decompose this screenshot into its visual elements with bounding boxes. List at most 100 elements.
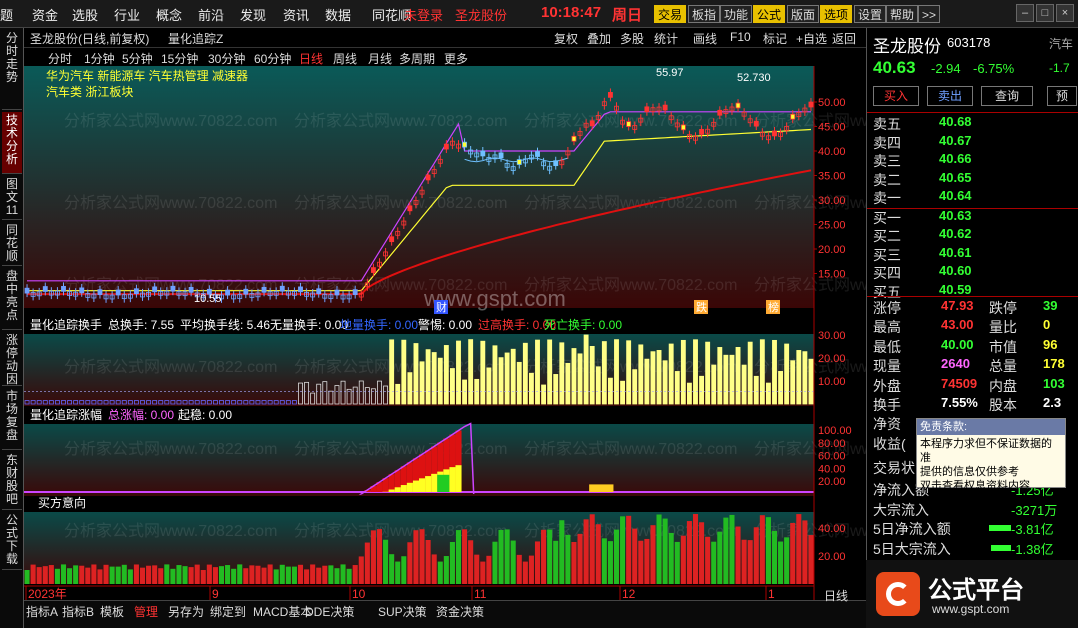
toolbar-button[interactable]: 画线	[693, 30, 717, 47]
bottom-tab[interactable]: 绑定到	[210, 603, 246, 620]
intent-bar	[352, 565, 358, 584]
toolbar-button[interactable]: 标记	[763, 30, 787, 47]
toolbar-tab[interactable]: 板指	[688, 5, 721, 23]
last-price: 40.63	[873, 58, 916, 77]
toolbar-button[interactable]: 返回	[832, 30, 856, 47]
bottom-tab[interactable]: 指标A	[26, 603, 58, 620]
turnover-bar	[620, 380, 626, 405]
turnover-bar	[632, 369, 638, 405]
intent-bar	[607, 541, 613, 584]
turnover-bar	[541, 384, 547, 405]
menu-item[interactable]: 发现	[240, 5, 266, 24]
ask-price[interactable]: 40.66	[939, 151, 972, 166]
period-tab[interactable]: 1分钟	[84, 50, 115, 67]
left-tab[interactable]: 公式下载	[2, 512, 22, 570]
chart-area[interactable]: 王KAMA: 36.28AMA20: 41.52UP: 41.52NH20: 5…	[24, 66, 866, 601]
left-tab[interactable]: 涨停动因	[2, 332, 22, 386]
intent-bar	[705, 536, 711, 584]
bottom-tab[interactable]: MACD基本	[253, 603, 312, 620]
turnover-bar	[668, 343, 674, 405]
left-tab[interactable]: 技术分析	[2, 112, 22, 174]
trade-button[interactable]: 查询	[981, 86, 1033, 106]
toolbar-tab[interactable]: 版面	[787, 5, 820, 23]
left-tab[interactable]: 图文11	[2, 176, 22, 220]
period-tab[interactable]: 日线	[299, 50, 323, 67]
left-tab[interactable]: 分时走势	[2, 30, 22, 110]
menu-item[interactable]: 行业	[114, 5, 140, 24]
login-status[interactable]: 未登录	[404, 5, 443, 24]
left-tab[interactable]: 东财股吧	[2, 452, 22, 510]
toolbar-tab[interactable]: 设置	[854, 5, 887, 23]
period-tab[interactable]: 周线	[333, 50, 357, 67]
bottom-tab[interactable]: 另存为	[168, 603, 204, 620]
menu-item[interactable]: 前沿	[198, 5, 224, 24]
bottom-tab[interactable]: DDE决策	[305, 603, 354, 620]
bid-price[interactable]: 40.62	[939, 226, 972, 241]
bottom-tab[interactable]: 管理	[134, 603, 158, 620]
toolbar-button[interactable]: +自选	[796, 30, 827, 47]
intent-bar	[790, 522, 796, 584]
toolbar-tab[interactable]: 选项	[820, 5, 853, 23]
bid-price[interactable]: 40.59	[939, 282, 972, 297]
ask-price[interactable]: 40.68	[939, 114, 972, 129]
intent-bar	[632, 528, 638, 584]
intent-bar	[802, 520, 808, 584]
bottom-tab[interactable]: 资金决策	[436, 603, 484, 620]
period-tab[interactable]: 60分钟	[254, 50, 291, 67]
toolbar-tab[interactable]: 交易	[654, 5, 687, 23]
bid-price[interactable]: 40.61	[939, 245, 972, 260]
period-tab[interactable]: 月线	[368, 50, 392, 67]
bottom-tab[interactable]: SUP决策	[378, 603, 427, 620]
turnover-bar	[577, 353, 583, 405]
bid-price[interactable]: 40.60	[939, 263, 972, 278]
bottom-tab[interactable]: 指标B	[62, 603, 94, 620]
toolbar-tab[interactable]: 公式	[753, 5, 786, 23]
ask-price[interactable]: 40.64	[939, 188, 972, 203]
trade-button[interactable]: 买入	[873, 86, 919, 106]
bottom-tab[interactable]: 模板	[100, 603, 124, 620]
menu-item[interactable]: 资讯	[283, 5, 309, 24]
intent-bar	[528, 555, 534, 584]
menu-item[interactable]: 选股	[72, 5, 98, 24]
kline-chart-svg[interactable]: 王KAMA: 36.28AMA20: 41.52UP: 41.52NH20: 5…	[24, 66, 866, 601]
menu-item[interactable]: 概念	[156, 5, 182, 24]
left-tab[interactable]: 市场复盘	[2, 388, 22, 450]
close-icon[interactable]: ×	[1056, 4, 1074, 22]
candle-body	[717, 109, 723, 116]
toolbar-button[interactable]: 多股	[620, 30, 644, 47]
left-tab[interactable]: 同花顺	[2, 222, 22, 266]
period-tab[interactable]: 多周期	[399, 50, 435, 67]
period-tab[interactable]: 30分钟	[208, 50, 245, 67]
bid-price[interactable]: 40.63	[939, 208, 972, 223]
toolbar-tab[interactable]: 帮助	[886, 5, 919, 23]
period-tab[interactable]: 分时	[48, 50, 72, 67]
x-axis-label: 1	[768, 587, 775, 601]
candle-body	[298, 286, 303, 293]
toolbar-button[interactable]: F10	[730, 30, 751, 44]
stat-value: 2640	[941, 356, 970, 372]
ask-label: 卖五	[873, 116, 901, 132]
toolbar-button[interactable]: 统计	[654, 30, 678, 47]
divider	[867, 296, 1078, 297]
toolbar-button[interactable]: 叠加	[587, 30, 611, 47]
toolbar-tab[interactable]: 功能	[720, 5, 753, 23]
ask-price[interactable]: 40.67	[939, 133, 972, 148]
period-tab[interactable]: 5分钟	[122, 50, 153, 67]
period-tab[interactable]: 更多	[444, 50, 468, 67]
menu-item[interactable]: 资金	[32, 5, 58, 24]
candle-body	[607, 92, 613, 98]
stat-value: 103	[1043, 375, 1065, 391]
indicator-name[interactable]: 量化追踪Z	[168, 30, 223, 47]
ask-price[interactable]: 40.65	[939, 170, 972, 185]
trade-button[interactable]: 卖出	[927, 86, 973, 106]
maximize-icon[interactable]: □	[1036, 4, 1054, 22]
tooltip-title: 免责条款:	[917, 419, 1065, 435]
toolbar-tab[interactable]: >>	[918, 5, 941, 23]
period-tab[interactable]: 15分钟	[161, 50, 198, 67]
minimize-icon[interactable]: –	[1016, 4, 1034, 22]
trade-button[interactable]: 预	[1047, 86, 1077, 106]
menu-item[interactable]: 数据	[325, 5, 351, 24]
left-tab[interactable]: 盘中亮点	[2, 268, 22, 330]
menu-item[interactable]: 题	[0, 5, 13, 24]
toolbar-button[interactable]: 复权	[554, 30, 578, 47]
